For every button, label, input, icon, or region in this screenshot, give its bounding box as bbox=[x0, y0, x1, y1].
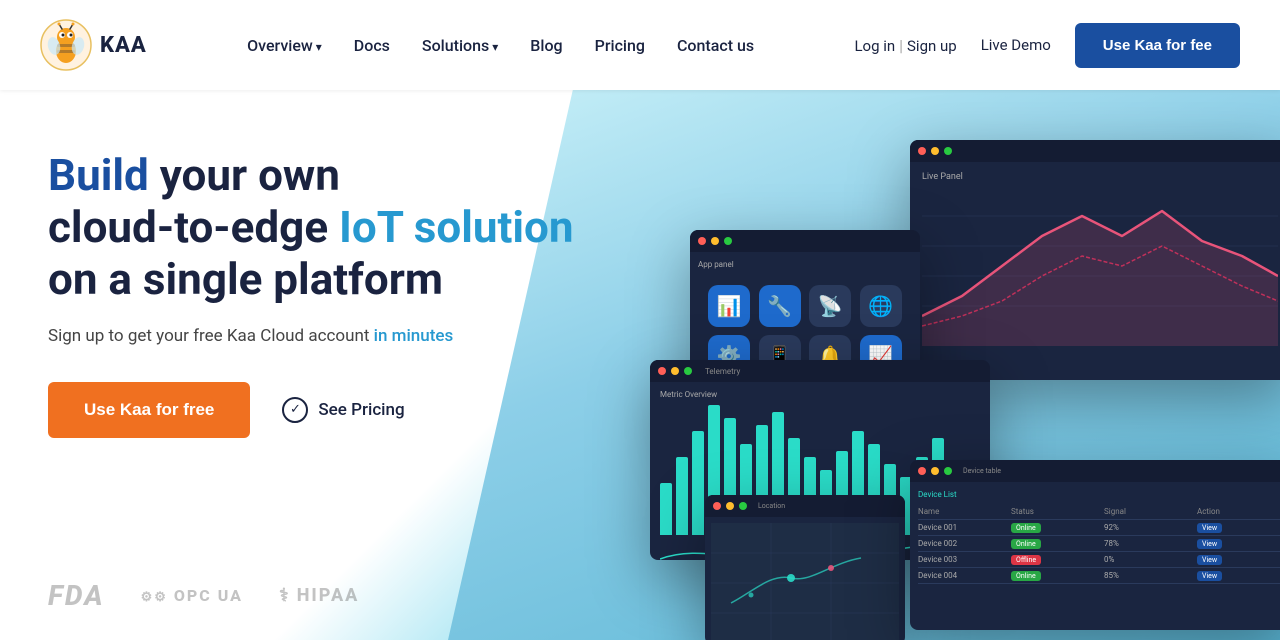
chart-pink-grid bbox=[922, 186, 1278, 356]
nav-auth: Log in | Sign up bbox=[854, 36, 956, 55]
hero-buttons: Use Kaa for free ✓ See Pricing bbox=[48, 382, 574, 438]
app-icon-1: 📊 bbox=[708, 285, 750, 327]
use-kaa-free-button[interactable]: Use Kaa for free bbox=[48, 382, 250, 438]
table-content: Device List Name Status Signal Action De… bbox=[910, 482, 1280, 592]
dashboard-screenshots: Live Panel bbox=[540, 100, 1280, 640]
hipaa-logo: ⚕ HIPAA bbox=[279, 585, 359, 606]
chart-pink-screen: Live Panel bbox=[910, 140, 1280, 380]
screen-bar-2 bbox=[690, 230, 920, 252]
table-row-2: Device 002 Online 78% View bbox=[918, 536, 1280, 552]
map-content bbox=[705, 517, 905, 640]
dot-green bbox=[944, 147, 952, 155]
nav-overview[interactable]: Overview bbox=[247, 36, 322, 55]
logo[interactable]: KAA bbox=[40, 19, 147, 71]
dot-yellow bbox=[931, 147, 939, 155]
use-kaa-nav-button[interactable]: Use Kaa for fee bbox=[1075, 23, 1240, 68]
hero-subtitle: Sign up to get your free Kaa Cloud accou… bbox=[48, 326, 574, 346]
table-row-header: Name Status Signal Action bbox=[918, 504, 1280, 520]
chart-pink-inner: Live Panel bbox=[910, 162, 1280, 372]
screen-bar-3: Telemetry bbox=[650, 360, 990, 382]
app-icon-2: 🔧 bbox=[759, 285, 801, 327]
signup-link[interactable]: Sign up bbox=[907, 37, 957, 55]
screen-bar-4: Location bbox=[705, 495, 905, 517]
app-icon-4: 🌐 bbox=[860, 285, 902, 327]
map-screen: Location bbox=[705, 495, 905, 640]
app-icon-3: 📡 bbox=[809, 285, 851, 327]
chart-svg bbox=[922, 186, 1278, 346]
see-pricing-link[interactable]: ✓ See Pricing bbox=[282, 397, 404, 423]
navbar: KAA Overview Docs Solutions Blog Pricing… bbox=[0, 0, 1280, 90]
auth-separator: | bbox=[899, 36, 907, 55]
nav-contact[interactable]: Contact us bbox=[677, 36, 754, 55]
screen-bar-5: Device table bbox=[910, 460, 1280, 482]
fda-logo: FDA bbox=[48, 579, 105, 612]
map-svg bbox=[711, 523, 899, 640]
table-screen: Device table Device List Name Status Sig… bbox=[910, 460, 1280, 630]
hero-title-build: Build bbox=[48, 149, 149, 201]
logo-text: KAA bbox=[100, 33, 147, 58]
table-row-4: Device 004 Online 85% View bbox=[918, 568, 1280, 584]
chart-title: Live Panel bbox=[922, 172, 1278, 182]
live-demo-link[interactable]: Live Demo bbox=[981, 36, 1051, 54]
login-link[interactable]: Log in bbox=[854, 37, 895, 55]
nav-right: Log in | Sign up Live Demo Use Kaa for f… bbox=[854, 23, 1240, 68]
nav-solutions[interactable]: Solutions bbox=[422, 36, 498, 55]
trust-logos: FDA ⚙⚙ OPC UA ⚕ HIPAA bbox=[48, 579, 359, 612]
hero-minutes: in minutes bbox=[374, 326, 454, 346]
dot-red bbox=[918, 147, 926, 155]
nav-pricing[interactable]: Pricing bbox=[595, 36, 645, 55]
nav-docs[interactable]: Docs bbox=[354, 36, 390, 55]
hero-section: Build your own cloud-to-edge IoT solutio… bbox=[0, 90, 1280, 640]
hero-title-iot: IoT solution bbox=[339, 201, 574, 253]
pricing-icon: ✓ bbox=[282, 397, 308, 423]
table-row-1: Device 001 Online 92% View bbox=[918, 520, 1280, 536]
table-row-3: Device 003 Offline 0% View bbox=[918, 552, 1280, 568]
hero-content: Build your own cloud-to-edge IoT solutio… bbox=[48, 150, 574, 438]
nav-links: Overview Docs Solutions Blog Pricing Con… bbox=[247, 36, 754, 55]
nav-blog[interactable]: Blog bbox=[530, 36, 562, 55]
logo-icon bbox=[40, 19, 92, 71]
opc-logo: ⚙⚙ OPC UA bbox=[141, 586, 243, 605]
hero-title: Build your own cloud-to-edge IoT solutio… bbox=[48, 150, 574, 306]
screen-bar-1 bbox=[910, 140, 1280, 162]
